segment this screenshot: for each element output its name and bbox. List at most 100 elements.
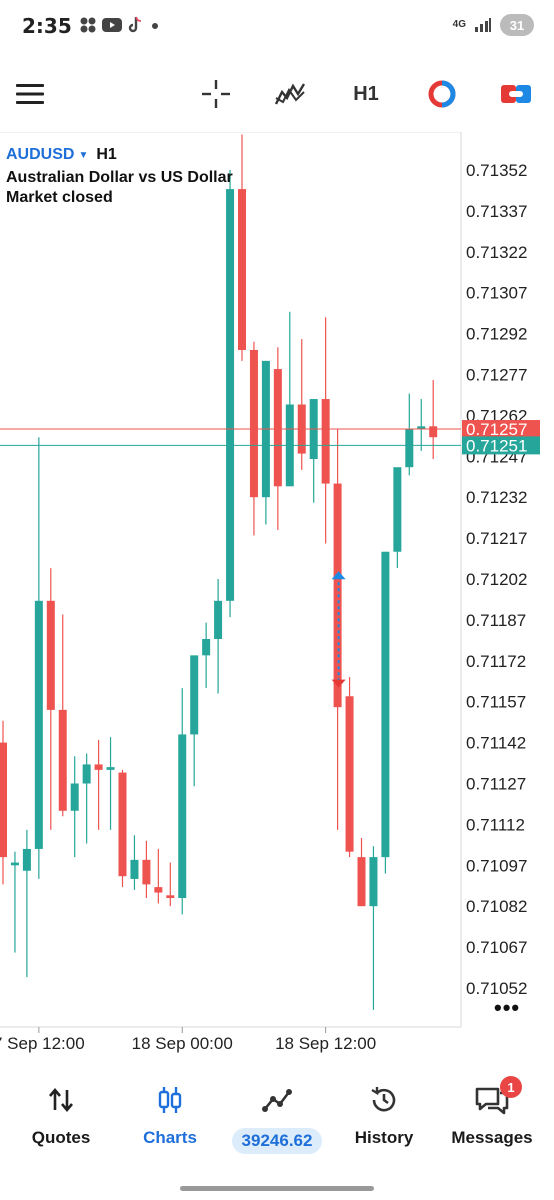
candle-bear [94, 764, 103, 770]
y-tick-label: 0.71067 [466, 938, 527, 957]
candle-bull [214, 600, 223, 639]
more-dots-icon[interactable]: ••• [494, 995, 520, 1021]
candle-bull [226, 189, 235, 601]
candle-bull [130, 859, 139, 879]
candle-bear [321, 399, 330, 484]
new-order-button[interactable] [494, 72, 538, 116]
menu-button[interactable] [8, 72, 52, 116]
symbol-description: Australian Dollar vs US Dollar [6, 169, 233, 186]
account-balance: 39246.62 [231, 1128, 323, 1154]
candle-bear [429, 426, 438, 438]
candle-bear [345, 696, 354, 852]
y-tick-label: 0.71292 [466, 325, 527, 344]
candle-bull [393, 467, 402, 552]
candle-bear [118, 772, 127, 877]
y-tick-label: 0.71202 [466, 570, 527, 589]
status-system-icons: 4G 31 [453, 14, 534, 36]
chart-canvas[interactable]: 0.71352 0.71337 0.71322 0.71307 0.71292 0.712… [0, 132, 554, 1062]
y-tick-label: 0.71157 [466, 693, 526, 712]
indicators-button[interactable] [268, 72, 312, 116]
status-notification-icons [80, 16, 160, 34]
nav-label-quotes: Quotes [31, 1128, 91, 1147]
symbol-timeframe: H1 [96, 146, 117, 163]
indicators-icon [274, 83, 306, 105]
one-click-trading-icon [428, 80, 456, 108]
candle-bull [34, 600, 43, 849]
candle-bear [166, 895, 175, 899]
x-tick-label: 18 Sep 00:00 [132, 1034, 233, 1053]
candle-bull [202, 638, 211, 656]
candle-bear [238, 189, 246, 350]
messages-icon: 1 [474, 1072, 522, 1128]
nav-label-history: History [354, 1128, 414, 1147]
y-tick-label: 0.71112 [466, 815, 525, 834]
one-click-trading-button[interactable] [420, 72, 464, 116]
y-tick-label: 0.71277 [466, 366, 527, 385]
candle-bear [154, 887, 163, 893]
candle-bear [46, 600, 55, 710]
candle-bull [381, 551, 390, 858]
hamburger-icon [16, 84, 44, 104]
candle-bear [0, 742, 7, 858]
y-tick-label: 0.71307 [466, 284, 527, 303]
status-time: 2:35 [22, 14, 72, 38]
y-tick-label: 0.71232 [466, 488, 527, 507]
battery-indicator: 31 [500, 14, 534, 36]
y-tick-label: 0.71217 [466, 529, 527, 548]
candle-bull [22, 848, 31, 871]
candle-bear [357, 857, 366, 907]
dot-icon [152, 23, 158, 29]
x-tick-label: 7 Sep 12:00 [0, 1034, 85, 1053]
history-clock-icon [368, 1072, 400, 1128]
y-tick-label: 0.71337 [466, 202, 527, 221]
tiktok-icon [128, 16, 142, 33]
nav-label-charts: Charts [143, 1128, 197, 1147]
x-tick-label: 18 Sep 12:00 [275, 1034, 376, 1053]
candle-bear [273, 369, 282, 487]
candle-bull [82, 764, 91, 784]
nav-item-trade[interactable]: 39246.62 [222, 1068, 332, 1168]
market-status: Market closed [6, 189, 113, 206]
symbol-selector[interactable]: AUDUSD ▼ H1 [6, 146, 117, 164]
y-tick-label: 0.71352 [466, 161, 527, 180]
nav-item-history[interactable]: History [329, 1068, 439, 1168]
price-chart[interactable]: 0.71352 0.71337 0.71322 0.71307 0.71292 0.712… [0, 132, 554, 1062]
youtube-icon [102, 18, 122, 32]
candle-bull [190, 655, 199, 735]
signal-icon [475, 18, 491, 32]
nav-item-charts[interactable]: Charts [115, 1068, 225, 1168]
y-tick-label: 0.71187 [466, 611, 526, 630]
candle-bull [10, 862, 19, 866]
candle-bear [58, 709, 67, 811]
nav-item-quotes[interactable]: Quotes [6, 1068, 116, 1168]
symbol-name: AUDUSD [6, 146, 75, 163]
status-bar: 2:35 4G 31 [0, 0, 554, 60]
candle-bull [70, 783, 79, 811]
candle-bull [405, 429, 414, 468]
crosshair-icon [202, 80, 230, 108]
grid-icon [80, 17, 96, 33]
candle-bull [178, 734, 187, 899]
network-type: 4G [452, 19, 466, 30]
new-order-icon [501, 85, 531, 103]
charts-candles-icon [156, 1072, 184, 1128]
bottom-navigation: Quotes Charts 39246.62 History 1 Message… [0, 1068, 554, 1178]
candle-bull [369, 857, 378, 907]
bid-price-label: 0.71251 [466, 436, 527, 455]
nav-item-messages[interactable]: 1 Messages [437, 1068, 547, 1168]
candle-bull [106, 767, 115, 770]
timeframe-button[interactable]: H1 [344, 72, 388, 116]
candle-bear [142, 859, 151, 885]
crosshair-button[interactable] [194, 72, 238, 116]
trade-line-icon [261, 1072, 293, 1128]
candle-bear [249, 349, 258, 498]
quotes-arrows-icon [47, 1072, 75, 1128]
y-tick-label: 0.71082 [466, 897, 527, 916]
messages-badge: 1 [500, 1076, 522, 1098]
y-tick-label: 0.71097 [466, 856, 527, 875]
symbol-dropdown-icon: ▼ [78, 149, 89, 161]
nav-label-messages: Messages [451, 1128, 533, 1147]
timeframe-label: H1 [353, 82, 379, 105]
home-indicator[interactable] [180, 1186, 374, 1191]
y-tick-label: 0.71142 [466, 734, 526, 753]
